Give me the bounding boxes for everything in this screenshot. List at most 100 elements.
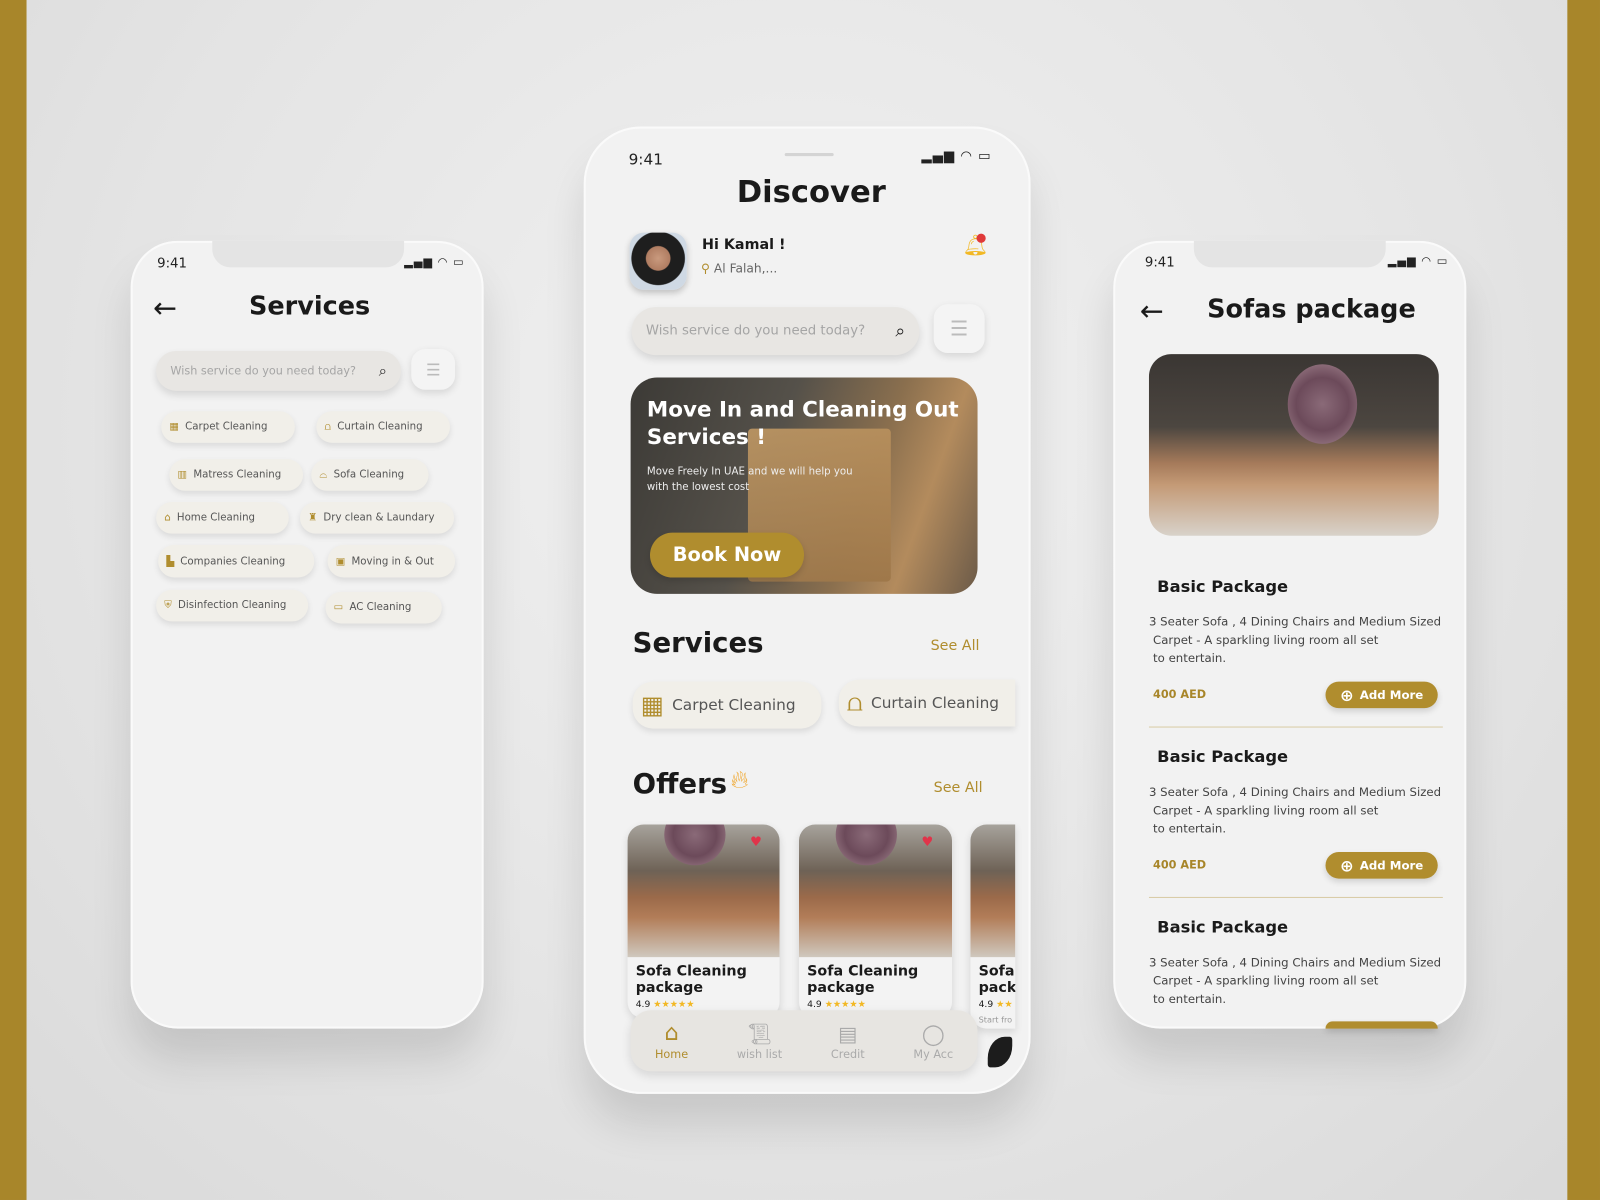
search-input[interactable]: Wish service do you need today? ⌕ — [156, 351, 402, 391]
filter-button[interactable]: ☰ — [411, 348, 456, 390]
search-placeholder: Wish service do you need today? — [645, 323, 866, 339]
package-price: 400 AED — [1153, 858, 1207, 872]
banner-title-line: Move In and Cleaning Out — [646, 396, 959, 422]
chip-ac-cleaning[interactable]: ▭ AC Cleaning — [325, 591, 442, 624]
wall-art — [1287, 364, 1358, 444]
filter-button[interactable]: ☰ — [933, 304, 985, 354]
desc-line: 3 Seater Sofa , 4 Dining Chairs and Medi… — [1148, 784, 1442, 799]
nav-label: wish list — [736, 1047, 783, 1061]
desc-line: Carpet - A sparkling living room all set — [1153, 973, 1379, 988]
chip-companies-cleaning[interactable]: ▙ Companies Cleaning — [158, 544, 315, 578]
sliders-icon: ☰ — [425, 359, 441, 380]
status-icons: ▂▄▆ ◠ ▭ — [404, 255, 465, 269]
nav-credit[interactable]: ▤ Credit — [831, 1021, 865, 1061]
offers-see-all-link[interactable]: See All — [934, 780, 983, 796]
chip-label: Curtain Cleaning — [871, 693, 1000, 713]
services-see-all-link[interactable]: See All — [931, 638, 980, 654]
ac-icon: ▭ — [333, 602, 344, 614]
status-time: 9:41 — [628, 149, 663, 169]
add-more-button-partial[interactable] — [1325, 1021, 1438, 1029]
service-chip-curtain-cleaning[interactable]: ⩍ Curtain Cleaning — [838, 679, 1016, 727]
heart-icon[interactable]: ♥ — [921, 835, 933, 850]
mattress-icon: ▥ — [177, 469, 188, 481]
carpet-icon: ▦ — [640, 690, 664, 720]
page-title: Discover — [736, 174, 886, 211]
desc-line: Carpet - A sparkling living room all set — [1153, 803, 1379, 818]
location-text: Al Falah,... — [713, 261, 778, 276]
nav-my-account[interactable]: ◯ My Acc — [913, 1021, 953, 1061]
offer-title: Sofa pack — [979, 963, 1016, 996]
banner-title-line: Services ! — [646, 424, 767, 449]
chip-mattress-cleaning[interactable]: ▥ Matress Cleaning — [169, 459, 304, 491]
book-now-button[interactable]: Book Now — [649, 532, 805, 578]
avatar[interactable] — [629, 232, 687, 290]
back-arrow-icon[interactable]: ← — [1140, 294, 1164, 328]
speaker-grille — [784, 153, 834, 157]
home-icon: ⌂ — [164, 512, 171, 524]
offer-rating: 4.9 ★★★★★ — [636, 1000, 695, 1010]
rating-value: 4.9 — [978, 999, 994, 1011]
chip-home-cleaning[interactable]: ⌂ Home Cleaning — [156, 502, 289, 534]
chip-disinfection-cleaning[interactable]: ⛨ Disinfection Cleaning — [156, 589, 309, 622]
banner-subtitle: Move Freely In UAE and we will help you w… — [647, 464, 853, 495]
package-description: 3 Seater Sofa , 4 Dining Chairs and Medi… — [1149, 612, 1455, 667]
search-icon[interactable]: ⌕ — [895, 321, 905, 341]
box-icon: ▣ — [335, 555, 346, 567]
sofa-icon: ⌓ — [319, 469, 328, 481]
chip-sofa-cleaning[interactable]: ⌓ Sofa Cleaning — [311, 459, 429, 491]
chip-label: Carpet Cleaning — [672, 695, 796, 715]
scroll-icon: 📜︎ — [746, 1020, 773, 1046]
status-icons: ▂▄▆ ◠ ▭ — [1387, 254, 1449, 268]
location[interactable]: ⚲ Al Falah,... — [701, 261, 777, 275]
package-title: Basic Package — [1157, 746, 1289, 767]
page-title: Services — [248, 290, 371, 321]
greeting: Hi Kamal ! — [702, 236, 786, 254]
nav-wish-list[interactable]: 📜︎ wish list — [737, 1021, 782, 1061]
rating-value: 4.9 — [635, 999, 651, 1011]
offer-title-line: package — [807, 979, 875, 996]
phone-notch — [1193, 240, 1386, 268]
promo-banner[interactable]: Move In and Cleaning Out Services ! Move … — [630, 377, 978, 594]
offer-title-line: pack — [978, 979, 1016, 996]
star-icons: ★★★★★ — [824, 999, 866, 1011]
nav-home[interactable]: ⌂ Home — [655, 1020, 688, 1061]
offer-title-line: package — [635, 979, 704, 996]
status-icons: ▂▄▆ ◠ ▭ — [921, 148, 992, 165]
chip-carpet-cleaning[interactable]: ▦ Carpet Cleaning — [161, 411, 295, 443]
sofa-hero-image — [1148, 354, 1439, 536]
offer-rating: 4.9 ★★★★★ — [807, 1000, 866, 1010]
back-arrow-icon[interactable]: ← — [153, 291, 177, 325]
offer-image — [970, 824, 1016, 958]
rating-value: 4.9 — [807, 999, 822, 1011]
chip-label: Dry clean & Laundary — [323, 512, 435, 524]
add-more-button[interactable]: ⊕ Add More — [1325, 852, 1438, 879]
chip-label: Carpet Cleaning — [185, 421, 268, 433]
chip-curtain-cleaning[interactable]: ⩍ Curtain Cleaning — [316, 411, 450, 443]
offer-card[interactable]: ♥ Sofa Cleaning package 4.9 ★★★★★ — [798, 824, 953, 1019]
service-chip-carpet-cleaning[interactable]: ▦ Carpet Cleaning — [632, 681, 822, 729]
package-description: 3 Seater Sofa , 4 Dining Chairs and Medi… — [1149, 783, 1455, 838]
search-input[interactable]: Wish service do you need today? ⌕ — [631, 307, 920, 356]
chip-label: Sofa Cleaning — [333, 469, 405, 481]
notification-dot — [976, 233, 986, 243]
search-icon[interactable]: ⌕ — [379, 363, 387, 379]
offer-card[interactable]: ♥ Sofa Cleaning package 4.9 ★★★★★ — [627, 824, 780, 1019]
desc-line: to entertain. — [1153, 651, 1227, 666]
desc-line: 3 Seater Sofa , 4 Dining Chairs and Medi… — [1148, 955, 1442, 970]
chip-dry-clean-laundry[interactable]: ♜ Dry clean & Laundary — [299, 502, 455, 534]
frame-border-left — [0, 0, 27, 1200]
offer-card[interactable]: Sofa pack 4.9 ★★ Start fro — [970, 824, 1016, 1029]
divider — [1148, 896, 1443, 898]
chip-label: Moving in & Out — [351, 555, 434, 567]
shield-icon: ⛨ — [164, 599, 172, 612]
add-more-button[interactable]: ⊕ Add More — [1325, 681, 1438, 709]
curtain-icon: ⩍ — [846, 688, 863, 718]
wallet-icon: ▤ — [838, 1020, 858, 1046]
status-time: 9:41 — [1144, 255, 1175, 271]
search-placeholder: Wish service do you need today? — [170, 364, 356, 378]
status-time: 9:41 — [157, 256, 187, 272]
mockup-stage: 9:41 ▂▄▆ ◠ ▭ ← Services Wish service do … — [0, 0, 1600, 1200]
heart-icon[interactable]: ♥ — [750, 835, 762, 850]
divider — [1148, 726, 1443, 728]
chip-moving-in-out[interactable]: ▣ Moving in & Out — [327, 544, 456, 578]
